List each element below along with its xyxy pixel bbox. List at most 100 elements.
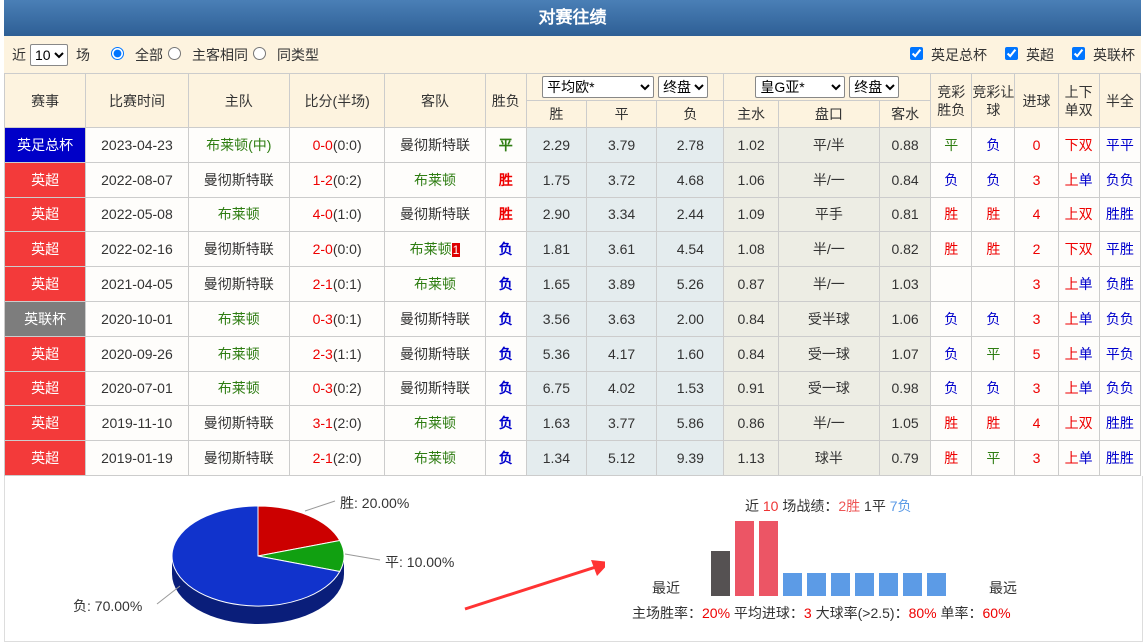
- header-ou: 上下单双: [1058, 74, 1099, 128]
- league-cell[interactable]: 英足总杯: [5, 128, 86, 163]
- away-team-cell[interactable]: 布莱顿: [385, 162, 485, 197]
- form-bar: [927, 573, 946, 596]
- arrow-line: [465, 564, 605, 609]
- asia-company-select[interactable]: 皇G亚*: [755, 76, 845, 98]
- score-cell[interactable]: 1-2(0:2): [289, 162, 384, 197]
- score-cell[interactable]: 2-0(0:0): [289, 232, 384, 267]
- away-team-cell[interactable]: 布莱顿: [385, 406, 485, 441]
- eu-loss-odds: 4.68: [657, 162, 724, 197]
- score-cell[interactable]: 0-0(0:0): [289, 128, 384, 163]
- score-cell[interactable]: 2-1(2:0): [289, 441, 384, 476]
- score-cell[interactable]: 0-3(0:2): [289, 371, 384, 406]
- eu-loss-odds: 2.00: [657, 301, 724, 336]
- league-cell[interactable]: 英超: [5, 371, 86, 406]
- home-team-cell[interactable]: 曼彻斯特联: [188, 162, 289, 197]
- form-bar: [759, 521, 778, 596]
- header-jc-hcp: 竞彩让球: [972, 74, 1015, 128]
- jc-handicap-result: 胜: [972, 406, 1015, 441]
- radio-same-type[interactable]: 同类型: [248, 44, 319, 65]
- away-team-cell[interactable]: 布莱顿: [385, 267, 485, 302]
- home-team-cell[interactable]: 布莱顿: [188, 336, 289, 371]
- header-htft: 半全: [1099, 74, 1140, 128]
- home-team-cell[interactable]: 曼彻斯特联: [188, 267, 289, 302]
- checkbox-league-cup[interactable]: 英联杯: [1072, 45, 1135, 65]
- away-team-cell[interactable]: 曼彻斯特联: [385, 197, 485, 232]
- jc-result: 胜: [931, 232, 972, 267]
- home-water: 1.02: [724, 128, 778, 163]
- checkbox-premier-league[interactable]: 英超: [1005, 45, 1054, 65]
- away-water: 1.06: [880, 301, 931, 336]
- eu-loss-odds: 1.60: [657, 336, 724, 371]
- form-bar: [735, 521, 754, 596]
- home-water: 1.09: [724, 197, 778, 232]
- header-asia-selects: 皇G亚* 终盘: [724, 74, 931, 101]
- score-cell[interactable]: 0-3(0:1): [289, 301, 384, 336]
- over-under-cell: 上双: [1058, 197, 1099, 232]
- htft-cell: 负负: [1099, 301, 1140, 336]
- home-team-cell[interactable]: 布莱顿: [188, 197, 289, 232]
- result-cell: 负: [485, 301, 526, 336]
- htft-cell: 平负: [1099, 336, 1140, 371]
- form-bar: [879, 573, 898, 596]
- jc-handicap-result: [972, 267, 1015, 302]
- league-cell[interactable]: 英超: [5, 267, 86, 302]
- league-cell[interactable]: 英超: [5, 336, 86, 371]
- league-cell[interactable]: 英联杯: [5, 301, 86, 336]
- away-team-cell[interactable]: 曼彻斯特联: [385, 301, 485, 336]
- date-cell: 2020-09-26: [86, 336, 188, 371]
- league-cell[interactable]: 英超: [5, 197, 86, 232]
- away-team-cell[interactable]: 曼彻斯特联: [385, 128, 485, 163]
- handicap-line: 球半: [778, 441, 879, 476]
- radio-same-venue[interactable]: 主客相同: [163, 44, 248, 65]
- handicap-line: 受一球: [778, 336, 879, 371]
- home-team-cell[interactable]: 曼彻斯特联: [188, 232, 289, 267]
- header-eu-selects: 平均欧* 终盘: [526, 74, 724, 101]
- home-team-cell[interactable]: 曼彻斯特联: [188, 441, 289, 476]
- score-cell[interactable]: 2-3(1:1): [289, 336, 384, 371]
- score-cell[interactable]: 2-1(0:1): [289, 267, 384, 302]
- pie-label-draw: 平: 10.00%: [385, 552, 454, 572]
- home-water: 1.06: [724, 162, 778, 197]
- league-cell[interactable]: 英超: [5, 232, 86, 267]
- league-cell[interactable]: 英超: [5, 162, 86, 197]
- jc-handicap-result: 胜: [972, 232, 1015, 267]
- htft-cell: 平胜: [1099, 232, 1140, 267]
- away-team-cell[interactable]: 布莱顿1: [385, 232, 485, 267]
- home-team-cell[interactable]: 布莱顿: [188, 371, 289, 406]
- jc-result: 负: [931, 162, 972, 197]
- away-team-cell[interactable]: 布莱顿: [385, 441, 485, 476]
- table-row: 英超 2022-02-16 曼彻斯特联 2-0(0:0) 布莱顿1 负 1.81…: [5, 232, 1141, 267]
- table-row: 英超 2019-11-10 曼彻斯特联 3-1(2:0) 布莱顿 负 1.63 …: [5, 406, 1141, 441]
- header-home-water: 主水: [724, 101, 778, 128]
- asia-type-select[interactable]: 终盘: [849, 76, 899, 98]
- home-team-cell[interactable]: 曼彻斯特联: [188, 406, 289, 441]
- header-away: 客队: [385, 74, 485, 128]
- goals-cell: 3: [1015, 441, 1058, 476]
- checkbox-fa-cup[interactable]: 英足总杯: [910, 45, 987, 65]
- filter-bar: 近 10 场 全部 主客相同 同类型 英足总杯 英超 英联杯: [4, 36, 1141, 74]
- eu-type-select[interactable]: 终盘: [658, 76, 708, 98]
- radio-all[interactable]: 全部: [106, 44, 163, 65]
- date-cell: 2022-08-07: [86, 162, 188, 197]
- header-jc-wl: 竞彩胜负: [931, 74, 972, 128]
- jc-result: 胜: [931, 197, 972, 232]
- over-under-cell: 上单: [1058, 162, 1099, 197]
- away-team-cell[interactable]: 曼彻斯特联: [385, 371, 485, 406]
- eu-draw-odds: 3.79: [586, 128, 656, 163]
- league-cell[interactable]: 英超: [5, 406, 86, 441]
- score-cell[interactable]: 3-1(2:0): [289, 406, 384, 441]
- match-count-select[interactable]: 10: [30, 44, 68, 66]
- league-cell[interactable]: 英超: [5, 441, 86, 476]
- date-cell: 2022-02-16: [86, 232, 188, 267]
- away-team-cell[interactable]: 曼彻斯特联: [385, 336, 485, 371]
- score-cell[interactable]: 4-0(1:0): [289, 197, 384, 232]
- eu-draw-odds: 3.89: [586, 267, 656, 302]
- home-team-cell[interactable]: 布莱顿(中): [188, 128, 289, 163]
- date-cell: 2019-01-19: [86, 441, 188, 476]
- eu-company-select[interactable]: 平均欧*: [542, 76, 654, 98]
- form-bar: [855, 573, 874, 596]
- jc-handicap-result: 负: [972, 301, 1015, 336]
- header-away-water: 客水: [880, 101, 931, 128]
- home-team-cell[interactable]: 布莱顿: [188, 301, 289, 336]
- table-row: 英超 2020-09-26 布莱顿 2-3(1:1) 曼彻斯特联 负 5.36 …: [5, 336, 1141, 371]
